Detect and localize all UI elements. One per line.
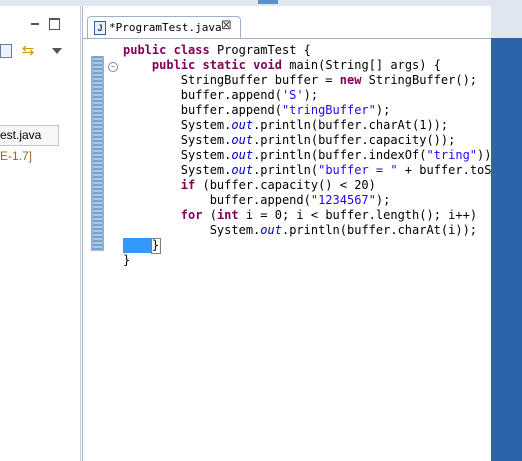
code-token: (buffer.capacity() < 20) — [195, 178, 376, 192]
code-token: ); — [375, 193, 391, 207]
code-token-str: "tring" — [426, 148, 478, 162]
java-editor[interactable]: J *ProgramTest.java ⊠ − public class Pro… — [82, 6, 493, 461]
collapse-all-icon[interactable] — [0, 44, 12, 58]
code-token: i = 0; i < buffer.length(); i++) — [238, 208, 478, 222]
explorer-file-item[interactable]: est.java — [0, 125, 59, 146]
code-line[interactable]: if (buffer.capacity() < 20) — [123, 178, 376, 193]
code-token-it: out — [231, 163, 254, 177]
code-token-str: "tringBuffer" — [281, 103, 376, 117]
code-token: ( — [202, 208, 217, 222]
code-token-it: out — [231, 148, 254, 162]
java-file-icon: J — [94, 21, 106, 35]
code-token-str: 'S' — [281, 88, 304, 102]
view-menu-icon[interactable] — [52, 48, 62, 54]
code-token-kw: if — [180, 178, 196, 192]
code-token: ); — [303, 88, 319, 102]
right-toolbar-area — [491, 0, 522, 38]
code-token-it: out — [231, 133, 254, 147]
package-explorer-pane: ⇆ est.java E-1.7] — [0, 6, 81, 461]
minimize-icon[interactable] — [30, 18, 40, 28]
toolbar-active-mark — [258, 0, 278, 4]
code-token: ); — [375, 103, 391, 117]
code-line[interactable]: } — [123, 253, 130, 268]
code-token-it: out — [260, 223, 282, 237]
code-token: + buffer.toStr — [404, 163, 493, 177]
code-token-it: out — [231, 118, 254, 132]
code-line[interactable]: System.out.println(buffer.capacity()); — [123, 133, 456, 148]
editor-tab-bar: J *ProgramTest.java ⊠ — [83, 16, 491, 39]
code-token-kw: int — [216, 208, 239, 222]
code-token: buffer.append( — [123, 88, 282, 102]
close-icon[interactable]: ⊠ — [221, 19, 233, 32]
code-token-str: "buffer = " — [318, 163, 398, 177]
code-token-kw: void — [253, 58, 282, 72]
code-line[interactable]: StringBuffer buffer = new StringBuffer()… — [123, 73, 477, 88]
code-line[interactable]: public static void main(String[] args) { — [123, 58, 441, 73]
code-area[interactable]: public class ProgramTest { public static… — [123, 43, 493, 273]
code-token: } — [123, 238, 160, 252]
code-token-kw: public — [123, 43, 167, 57]
code-token-kw: new — [339, 73, 362, 87]
code-token: ProgramTest { — [209, 43, 311, 57]
code-token: .println(buffer.capacity()); — [253, 133, 456, 147]
link-with-editor-icon[interactable]: ⇆ — [19, 43, 37, 59]
code-line[interactable]: public class ProgramTest { — [123, 43, 311, 58]
code-token-str: "1234567" — [310, 193, 376, 207]
code-token: StringBuffer(); — [361, 73, 478, 87]
desktop-background — [491, 0, 522, 461]
ruler-pattern — [93, 56, 102, 251]
code-token-kw: class — [173, 43, 210, 57]
code-line[interactable]: buffer.append("tringBuffer"); — [123, 103, 391, 118]
code-line[interactable]: buffer.append('S'); — [123, 88, 318, 103]
code-line[interactable]: } — [123, 238, 159, 253]
code-token-kw: for — [180, 208, 203, 222]
code-token: System. — [123, 118, 232, 132]
tab-title: *ProgramTest.java — [109, 21, 222, 34]
package-explorer-header — [0, 16, 80, 40]
fold-collapse-icon[interactable]: − — [108, 62, 118, 72]
code-token: } — [123, 253, 131, 267]
code-token: .println(buffer.charAt(i)); — [281, 223, 478, 237]
explorer-jre-item[interactable]: E-1.7] — [0, 149, 32, 163]
code-token: .println( — [253, 163, 319, 177]
code-token: System. — [123, 133, 232, 147]
code-token: .println(buffer.indexOf( — [253, 148, 427, 162]
code-line[interactable]: System.out.println("buffer = " + buffer.… — [123, 163, 493, 178]
overview-ruler[interactable] — [91, 56, 104, 251]
code-token: .println(buffer.charAt(1)); — [253, 118, 449, 132]
maximize-icon[interactable] — [49, 18, 60, 30]
code-token: buffer.append( — [123, 193, 311, 207]
tab-separator — [83, 38, 491, 39]
code-token-kw: static — [202, 58, 246, 72]
code-line[interactable]: for (int i = 0; i < buffer.length(); i++… — [123, 208, 477, 223]
code-token-kw: public — [151, 58, 196, 72]
code-token: System. — [123, 163, 232, 177]
code-token: StringBuffer buffer = — [123, 73, 340, 87]
code-token: System. — [123, 223, 261, 237]
code-line[interactable]: System.out.println(buffer.charAt(i)); — [123, 223, 477, 238]
tab-programtest-java[interactable]: J *ProgramTest.java ⊠ — [87, 16, 241, 39]
code-line[interactable]: System.out.println(buffer.indexOf("tring… — [123, 148, 493, 163]
code-token: buffer.append( — [123, 103, 282, 117]
code-line[interactable]: System.out.println(buffer.charAt(1)); — [123, 118, 448, 133]
code-token: System. — [123, 148, 232, 162]
code-token: main(String[] args) { — [282, 58, 441, 72]
code-line[interactable]: buffer.append("1234567"); — [123, 193, 391, 208]
